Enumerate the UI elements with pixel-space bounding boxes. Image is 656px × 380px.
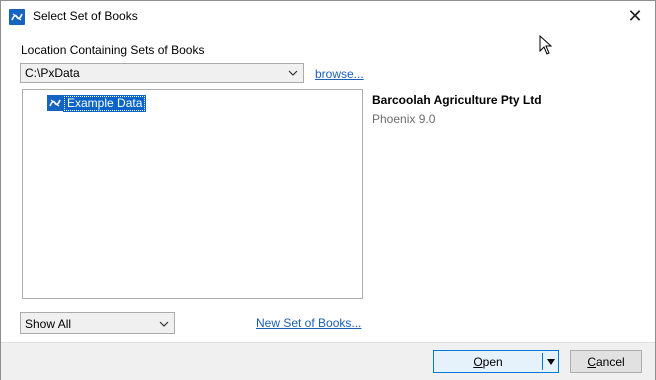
- cancel-label: Cancel: [587, 354, 625, 369]
- sets-of-books-list[interactable]: Example Data: [22, 89, 363, 299]
- company-name: Barcoolah Agriculture Pty Ltd: [372, 93, 542, 107]
- open-button[interactable]: Open: [434, 351, 542, 372]
- open-label: Open: [473, 354, 503, 369]
- location-value: C:\PxData: [25, 66, 80, 80]
- new-set-of-books-link[interactable]: New Set of Books...: [256, 316, 361, 330]
- dialog-window: Select Set of Books ✕ Location Containin…: [0, 0, 656, 380]
- open-dropdown-button[interactable]: [543, 351, 558, 372]
- filter-value: Show All: [25, 317, 72, 331]
- open-split-button[interactable]: Open: [433, 350, 559, 373]
- mouse-cursor-icon: [539, 35, 553, 55]
- version-text: Phoenix 9.0: [372, 112, 436, 126]
- list-item-label: Example Data: [63, 94, 147, 112]
- title-bar: Select Set of Books ✕: [1, 1, 655, 31]
- phoenix-logo-icon: [9, 9, 25, 25]
- caret-down-icon: [546, 358, 555, 365]
- chevron-down-icon: [288, 70, 298, 76]
- filter-dropdown[interactable]: Show All: [20, 312, 175, 334]
- window-title: Select Set of Books: [33, 9, 138, 23]
- location-dropdown[interactable]: C:\PxData: [20, 63, 304, 83]
- cancel-button[interactable]: Cancel: [570, 350, 642, 373]
- button-bar: Open Cancel: [1, 342, 655, 380]
- close-icon: ✕: [627, 5, 643, 26]
- close-button[interactable]: ✕: [615, 1, 655, 31]
- chevron-down-icon: [159, 321, 169, 327]
- phoenix-logo-icon: [47, 95, 63, 111]
- list-item[interactable]: Example Data: [47, 94, 147, 112]
- browse-link[interactable]: browse...: [315, 67, 364, 81]
- location-label: Location Containing Sets of Books: [21, 43, 205, 57]
